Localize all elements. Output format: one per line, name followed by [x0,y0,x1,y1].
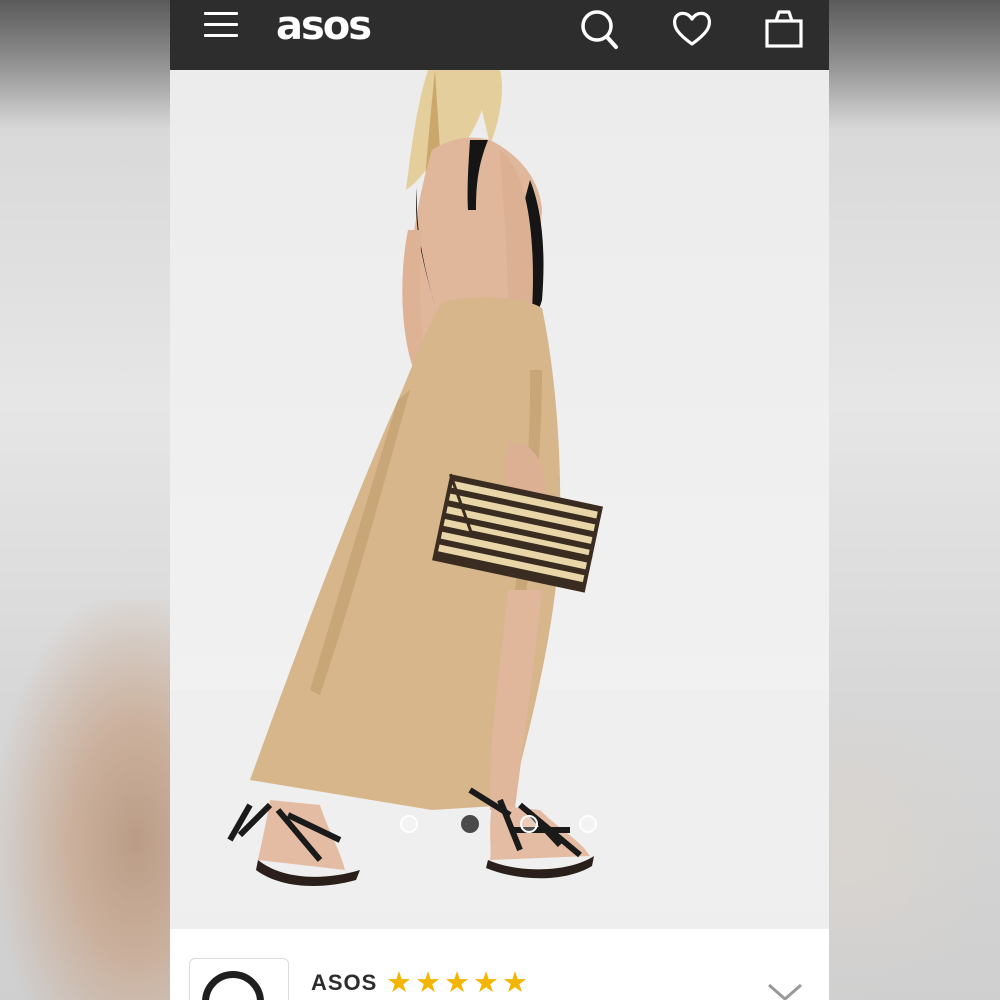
gallery-pagination [170,815,829,839]
gallery-dot-3[interactable] [520,815,538,833]
top-nav-bar: asos [170,0,829,70]
gallery-dot-1[interactable] [400,815,418,833]
seller-name[interactable]: ASOS [311,970,377,996]
gallery-dot-2-active[interactable] [461,815,479,833]
backdrop-blur-left [0,600,170,1000]
product-image-gallery[interactable] [170,70,829,913]
backdrop-blur-right [830,700,1000,1000]
chevron-down-icon[interactable] [765,979,805,1000]
asos-a-icon [202,971,264,1000]
seller-rating-stars: ★★★★★ [386,967,531,999]
phone-screen: asos ASOS ★★★★★ [170,0,829,1000]
asos-logo[interactable]: asos [276,2,372,50]
product-photo [170,70,829,913]
section-divider [170,913,829,929]
heart-icon[interactable] [672,8,712,50]
hamburger-menu-icon[interactable] [204,12,240,40]
seller-card[interactable]: ASOS ★★★★★ [170,929,829,1000]
seller-logo[interactable] [189,958,289,1000]
shopping-bag-icon[interactable] [764,8,804,50]
search-icon[interactable] [580,8,620,50]
gallery-dot-4[interactable] [579,815,597,833]
